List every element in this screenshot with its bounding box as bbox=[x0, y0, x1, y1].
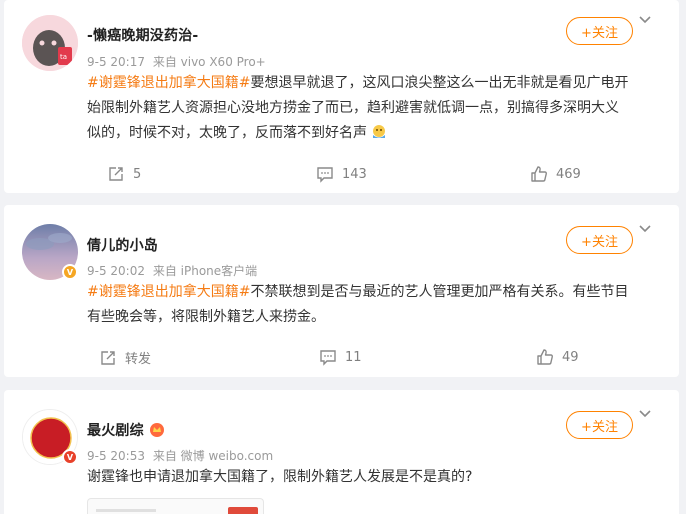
comment-button[interactable]: 143 bbox=[316, 165, 367, 183]
repost-button[interactable]: 5 bbox=[107, 165, 141, 183]
action-bar: 5 143 469 bbox=[4, 165, 679, 185]
comment-icon bbox=[320, 350, 336, 366]
text-line: 有些晚会等，将限制外籍艺人来捞金。 bbox=[87, 309, 325, 325]
timestamp[interactable]: 9-5 20:02 bbox=[87, 264, 145, 278]
post-text: #谢霆锋退出加拿大国籍#不禁联想到是否与最近的艺人管理更加严格有关系。有些节目 … bbox=[87, 280, 659, 330]
post-meta: 9-5 20:02 来自 iPhone客户端 bbox=[87, 262, 257, 279]
follow-button[interactable]: +关注 bbox=[566, 17, 633, 45]
like-icon bbox=[531, 166, 547, 182]
svg-text:ta: ta bbox=[60, 53, 67, 61]
image-preview[interactable] bbox=[87, 498, 264, 514]
timestamp[interactable]: 9-5 20:17 bbox=[87, 55, 145, 69]
emoji-icon bbox=[373, 125, 386, 138]
text-line: 要想退早就退了，这风口浪尖整这么一出无非就是看见广电开 bbox=[250, 75, 629, 91]
comment-icon bbox=[317, 167, 333, 183]
like-icon bbox=[537, 349, 553, 365]
right-edge bbox=[686, 0, 694, 514]
post-meta: 9-5 20:53 来自 微博 weibo.com bbox=[87, 447, 273, 464]
chevron-down-icon[interactable] bbox=[638, 406, 652, 420]
repost-icon bbox=[109, 167, 123, 181]
text-line: 不禁联想到是否与最近的艺人管理更加严格有关系。有些节目 bbox=[250, 284, 629, 300]
follow-button[interactable]: +关注 bbox=[566, 411, 633, 439]
member-crown-icon bbox=[149, 423, 164, 437]
chevron-down-icon[interactable] bbox=[638, 12, 652, 26]
username[interactable]: 倩儿的小岛 bbox=[87, 235, 158, 255]
source: 来自 vivo X60 Pro+ bbox=[152, 55, 266, 69]
action-bar: 转发 11 49 bbox=[4, 348, 679, 368]
verified-badge-icon: V bbox=[62, 449, 78, 465]
post-text: 谢霆锋也申请退加拿大国籍了，限制外籍艺人发展是不是真的? bbox=[87, 469, 473, 485]
chevron-down-icon[interactable] bbox=[638, 221, 652, 235]
username[interactable]: 最火剧综 bbox=[87, 420, 165, 440]
post-text: #谢霆锋退出加拿大国籍#要想退早就退了，这风口浪尖整这么一出无非就是看见广电开 … bbox=[87, 71, 659, 146]
hashtag-link[interactable]: #谢霆锋退出加拿大国籍# bbox=[87, 284, 250, 300]
like-button[interactable]: 469 bbox=[530, 165, 581, 183]
verified-badge-icon: V bbox=[62, 264, 78, 280]
repost-button[interactable]: 转发 bbox=[99, 348, 151, 367]
comment-button[interactable]: 11 bbox=[319, 348, 362, 366]
post-meta: 9-5 20:17 来自 vivo X60 Pro+ bbox=[87, 53, 266, 70]
source: 来自 微博 weibo.com bbox=[152, 449, 274, 463]
username[interactable]: -懒癌晚期没药治- bbox=[87, 25, 198, 45]
text-line: 始限制外籍艺人资源担心没地方捞金了而已，趋利避害就低调一点，别搞得多深明大义 bbox=[87, 100, 619, 116]
hashtag-link[interactable]: #谢霆锋退出加拿大国籍# bbox=[87, 75, 250, 91]
source: 来自 iPhone客户端 bbox=[152, 264, 258, 278]
like-button[interactable]: 49 bbox=[536, 348, 579, 366]
timestamp[interactable]: 9-5 20:53 bbox=[87, 449, 145, 463]
avatar[interactable]: ta bbox=[22, 15, 78, 71]
text-line: 似的，时候不对，太晚了，反而落不到好名声 bbox=[87, 125, 367, 141]
repost-icon bbox=[101, 350, 115, 365]
follow-button[interactable]: +关注 bbox=[566, 226, 633, 254]
